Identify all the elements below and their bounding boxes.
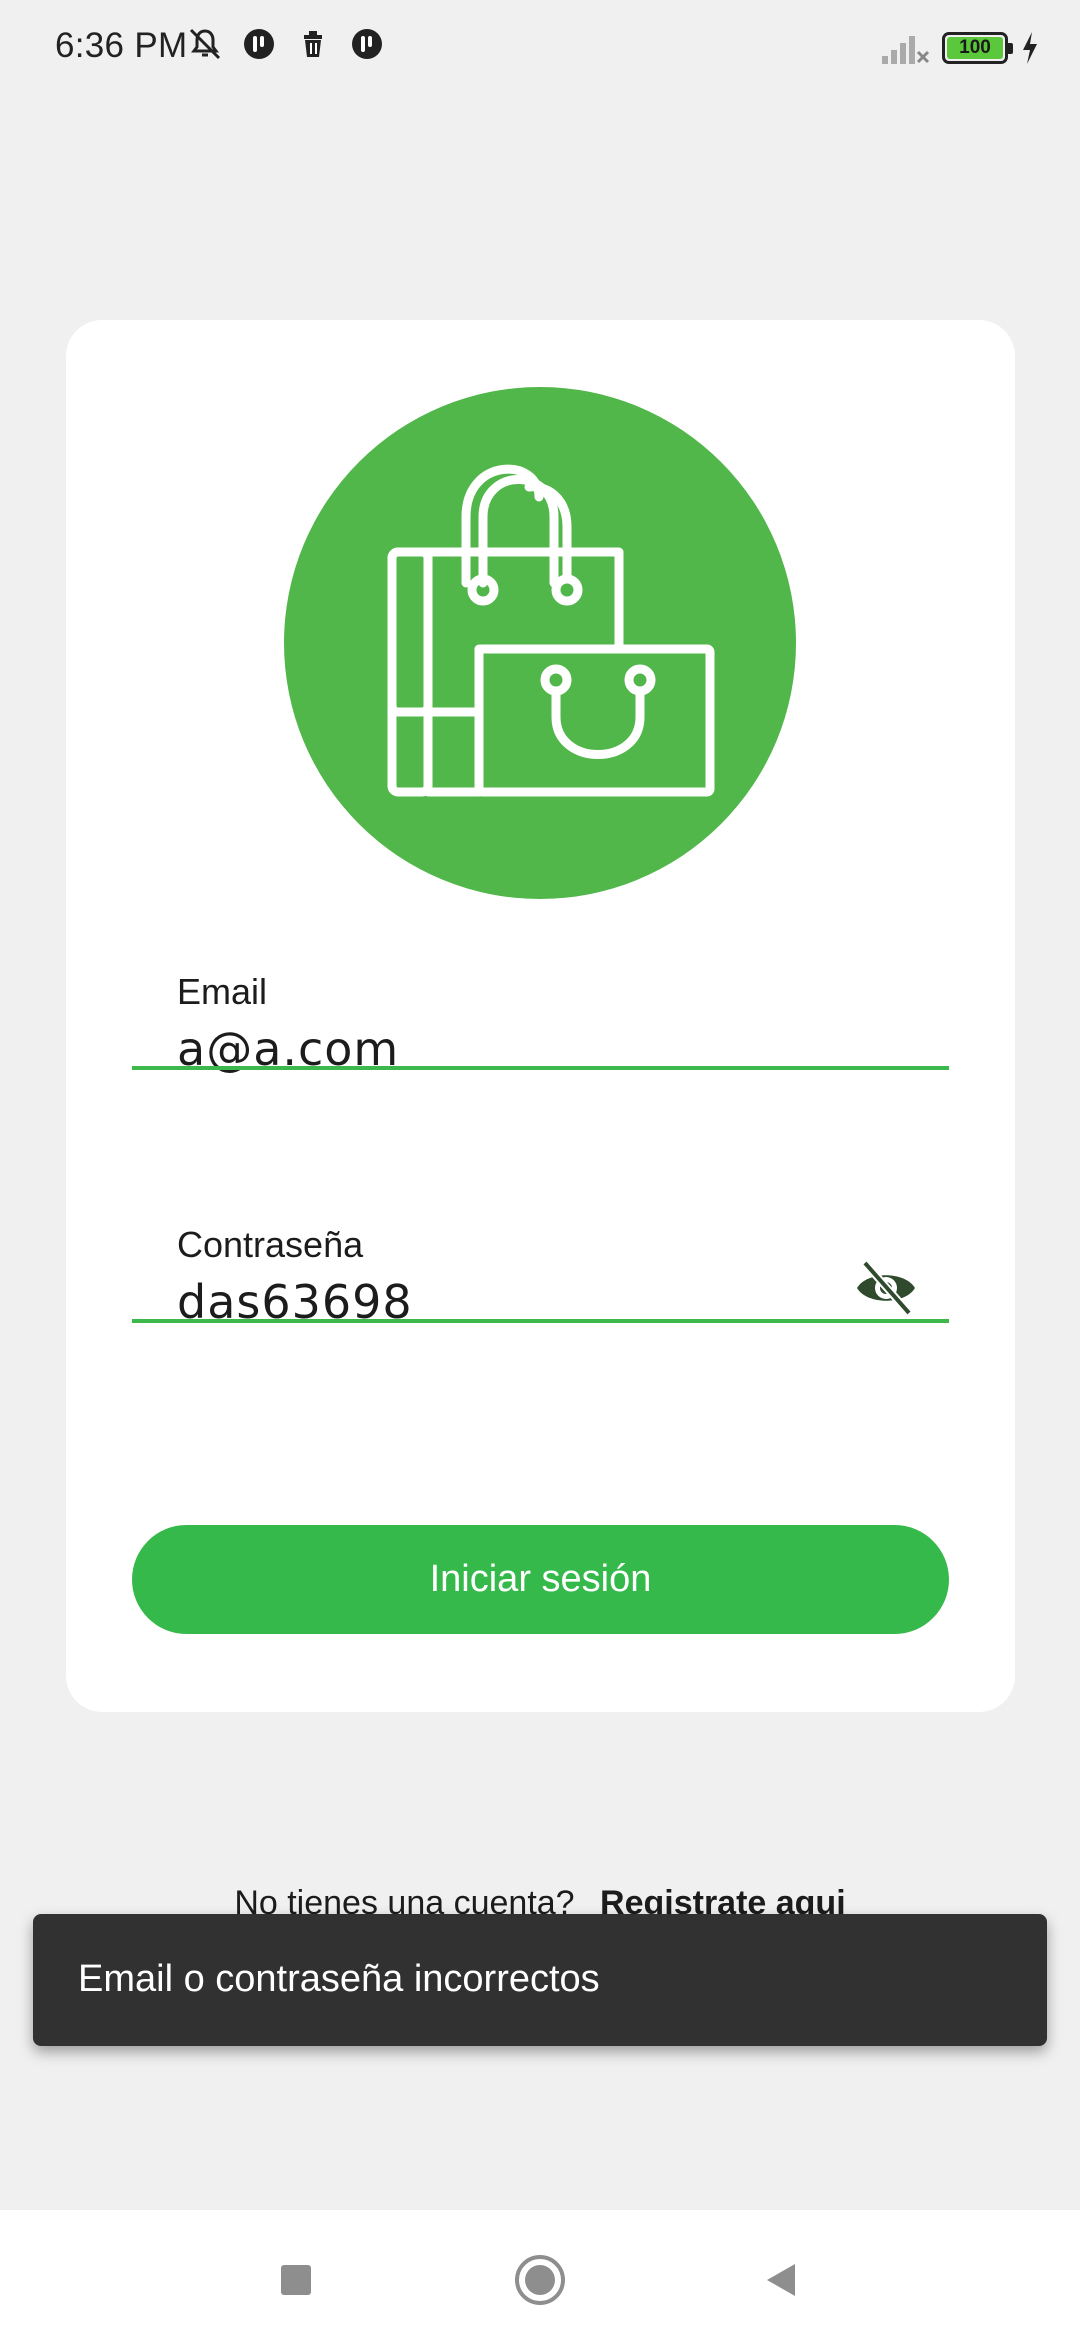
app-notification-icon	[352, 29, 382, 59]
triangle-back-icon	[767, 2264, 795, 2296]
login-button[interactable]: Iniciar sesión	[132, 1525, 949, 1634]
shopping-bags-icon	[387, 464, 715, 797]
status-icons-left	[185, 24, 387, 64]
circle-icon	[515, 2255, 565, 2305]
recents-button[interactable]	[261, 2245, 331, 2315]
email-underline	[132, 1066, 949, 1070]
error-snackbar: Email o contraseña incorrectos	[33, 1914, 1047, 2046]
back-button[interactable]	[746, 2245, 816, 2315]
square-icon	[281, 2265, 311, 2295]
signal-icon	[882, 36, 930, 64]
trash-icon	[304, 31, 322, 57]
login-card: Email Contraseña Iniciar sesión	[66, 320, 1015, 1712]
mute-icon	[189, 28, 221, 60]
logo	[284, 387, 796, 899]
password-underline	[132, 1319, 949, 1323]
eye-off-icon	[857, 1260, 915, 1316]
email-label: Email	[177, 971, 268, 1012]
battery-level: 100	[947, 37, 1003, 59]
status-time: 6:36 PM	[55, 26, 188, 65]
app-notification-icon	[244, 29, 274, 59]
password-field: Contraseña	[132, 1213, 949, 1363]
email-field: Email	[132, 960, 949, 1110]
login-screen: 6:36 PM 100 Email a@a.com Contraseña das…	[0, 0, 1080, 2340]
status-bar: 6:36 PM 100	[0, 0, 1080, 96]
home-button[interactable]	[505, 2245, 575, 2315]
snackbar-message: Email o contraseña incorrectos	[78, 1958, 600, 2000]
password-label: Contraseña	[177, 1224, 364, 1265]
password-visibility-toggle[interactable]	[853, 1255, 919, 1321]
status-icons-right: 100	[880, 30, 1040, 66]
navigation-bar	[0, 2210, 1080, 2340]
charging-icon	[1023, 32, 1037, 64]
battery-icon: 100	[942, 32, 1013, 64]
